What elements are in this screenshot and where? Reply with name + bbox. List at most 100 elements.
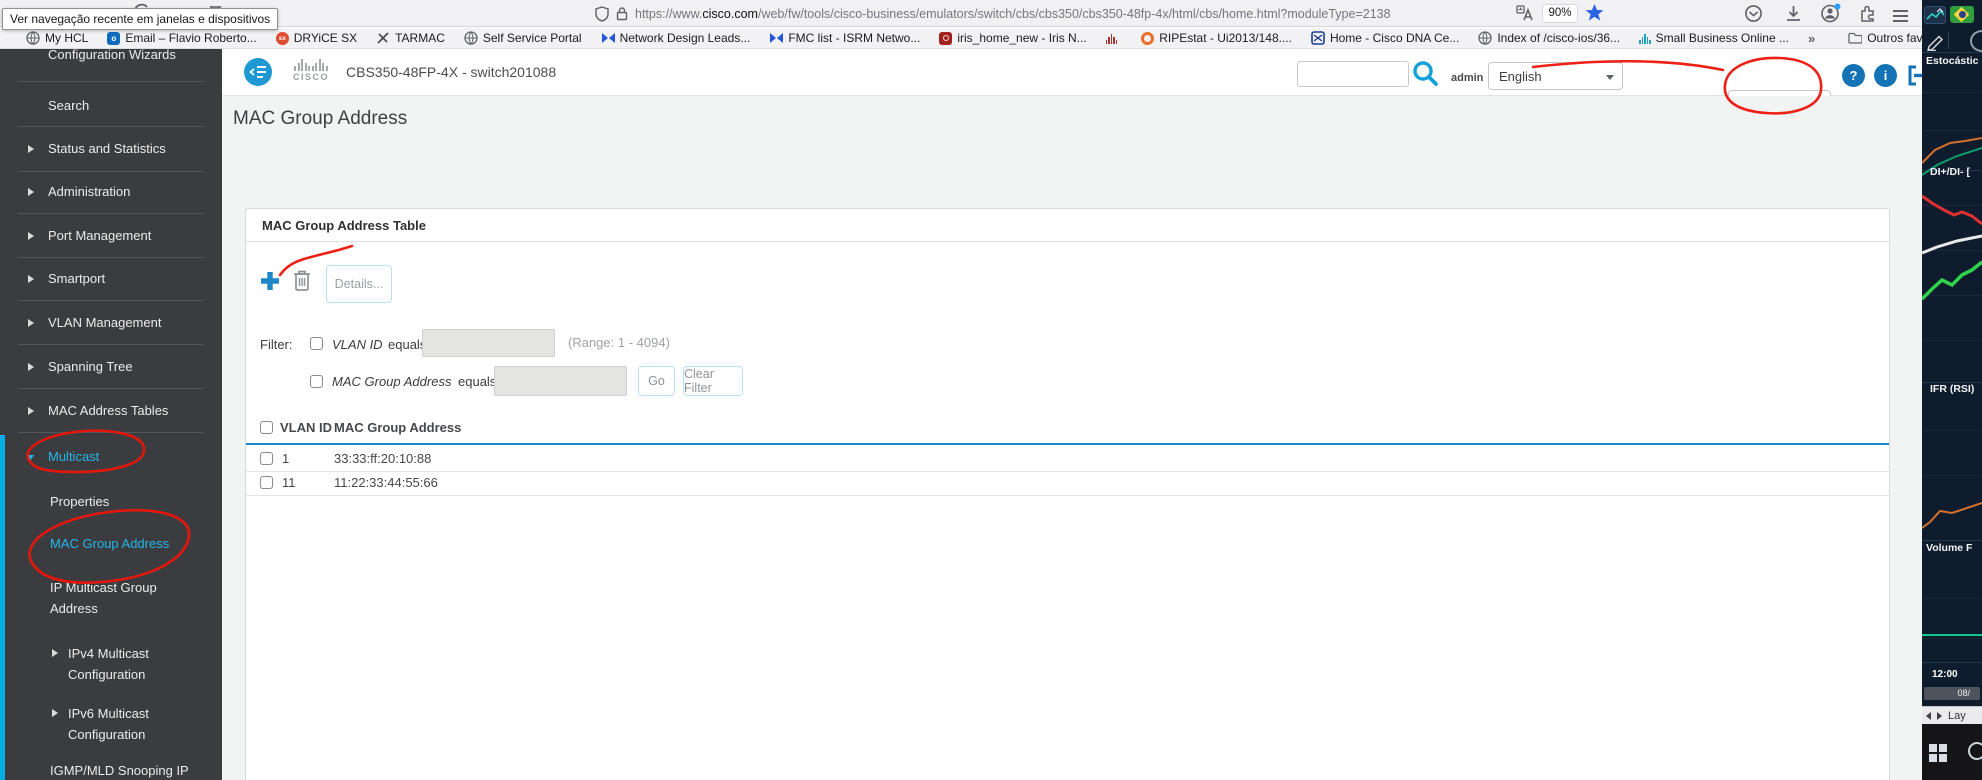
panel-title: MAC Group Address Table xyxy=(246,209,1889,242)
zoom-level-button[interactable]: 90% xyxy=(1542,4,1578,23)
indicator-label-rsi: IFR (RSI) xyxy=(1930,383,1975,395)
collapse-menu-icon xyxy=(249,66,266,78)
sidebar-item-ipv6-multicast-configuration[interactable]: IPv6 Multicast Configuration xyxy=(0,703,222,745)
tab-next-icon[interactable] xyxy=(1937,711,1942,720)
collapse-arrow-icon xyxy=(26,455,34,461)
bookmark-item[interactable]: o Email – Flavio Roberto... xyxy=(107,31,257,45)
download-icon[interactable] xyxy=(1784,4,1803,23)
iris-icon xyxy=(939,31,953,45)
sidebar-item-mac-address-tables[interactable]: MAC Address Tables xyxy=(0,401,222,421)
bookmark-item[interactable]: TARMAC xyxy=(376,31,445,45)
url-text[interactable]: https://www.cisco.com/web/fw/tools/cisco… xyxy=(635,7,1391,21)
column-header-vlan: VLAN ID xyxy=(280,420,332,435)
details-button[interactable]: Details... xyxy=(326,265,392,303)
expand-arrow-icon xyxy=(28,275,34,283)
mac-group-address-panel: MAC Group Address Table Details... Filte… xyxy=(245,208,1890,780)
menu-icon[interactable] xyxy=(1893,7,1908,25)
sidebar-item-configuration-wizards[interactable]: Configuration Wizards xyxy=(0,49,222,65)
extensions-icon[interactable] xyxy=(1858,4,1877,23)
header-search-input[interactable] xyxy=(1297,61,1409,87)
dryice-icon: sx xyxy=(275,31,289,45)
tooltip: Ver navegação recente em janelas e dispo… xyxy=(2,8,279,30)
time-axis-label: 12:00 xyxy=(1932,669,1958,680)
bookmark-item[interactable]: FMC list - ISRM Netwo... xyxy=(769,31,920,45)
indicator-label-volume: Volume F xyxy=(1926,542,1973,554)
sidebar-item-properties[interactable]: Properties xyxy=(0,492,222,512)
add-icon[interactable] xyxy=(260,271,280,291)
delete-trash-icon[interactable] xyxy=(292,269,312,293)
sidebar-collapse-button[interactable] xyxy=(244,58,272,86)
date-axis-pill: 08/ xyxy=(1924,687,1980,700)
row-checkbox[interactable] xyxy=(260,476,273,489)
expand-arrow-icon xyxy=(28,363,34,371)
chevron-down-icon xyxy=(1606,75,1614,80)
filter-field-name: MAC Group Address xyxy=(332,374,452,389)
expand-arrow-icon xyxy=(52,649,58,657)
bookmarks-overflow-chevron[interactable]: » xyxy=(1808,31,1815,46)
url-bar[interactable]: https://www.cisco.com/web/fw/tools/cisco… xyxy=(595,2,1610,25)
expand-arrow-icon xyxy=(28,145,34,153)
translate-icon[interactable] xyxy=(1516,5,1534,22)
help-button[interactable]: ? xyxy=(1842,64,1865,87)
account-icon[interactable] xyxy=(1820,3,1841,24)
tracking-shield-icon[interactable] xyxy=(595,5,609,22)
sidebar-item-administration[interactable]: Administration xyxy=(0,182,222,202)
go-button[interactable]: Go xyxy=(638,366,675,396)
lock-icon xyxy=(616,7,628,21)
sidebar-item-ip-multicast-group-address[interactable]: IP Multicast Group Address xyxy=(0,577,222,619)
pocket-icon[interactable] xyxy=(1744,4,1763,23)
sidebar-item-smartport[interactable]: Smartport xyxy=(0,269,222,289)
select-all-checkbox[interactable] xyxy=(260,421,273,434)
sidebar-item-port-management[interactable]: Port Management xyxy=(0,226,222,246)
sidebar-item-search[interactable]: Search xyxy=(0,96,222,116)
sidebar-item-ipv4-multicast-configuration[interactable]: IPv4 Multicast Configuration xyxy=(0,643,222,685)
main-content: MAC Group Address MAC Group Address Tabl… xyxy=(222,96,1922,780)
tarmac-icon xyxy=(377,32,389,44)
mac-filter-checkbox[interactable] xyxy=(310,375,323,388)
expand-arrow-icon xyxy=(52,709,58,717)
bookmark-item[interactable]: RIPEstat - Ui2013/148.... xyxy=(1141,31,1292,45)
chart-mode-button[interactable] xyxy=(1924,6,1946,24)
row-checkbox[interactable] xyxy=(260,452,273,465)
bookmark-item[interactable]: Home - Cisco DNA Ce... xyxy=(1311,31,1459,45)
indicator-label-di: DI+/DI- [ xyxy=(1930,166,1970,178)
bookmark-star-icon[interactable] xyxy=(1585,3,1604,22)
info-button[interactable]: i xyxy=(1874,64,1897,87)
bookmark-item[interactable]: Small Business Online ... xyxy=(1639,31,1789,45)
sidebar-item-spanning-tree[interactable]: Spanning Tree xyxy=(0,357,222,377)
tab-prev-icon[interactable] xyxy=(1926,711,1931,720)
bookmark-item[interactable]: My HCL xyxy=(26,31,88,45)
bookmark-item[interactable] xyxy=(1105,33,1123,44)
sidebar-item-status-and-statistics[interactable]: Status and Statistics xyxy=(0,139,222,159)
draw-pencil-icon[interactable] xyxy=(1926,31,1945,51)
expand-arrow-icon xyxy=(28,188,34,196)
bookmark-item[interactable]: Index of /cisco-ios/36... xyxy=(1478,31,1620,45)
webex-bowtie-icon xyxy=(601,33,615,43)
cisco-logo: CISCO xyxy=(284,58,338,82)
taskbar-search-icon[interactable] xyxy=(1966,740,1982,766)
expand-arrow-icon xyxy=(28,319,34,327)
expand-arrow-icon xyxy=(28,232,34,240)
vlan-id-filter-input[interactable] xyxy=(422,329,555,357)
bookmark-item[interactable]: Network Design Leads... xyxy=(601,31,750,45)
globe-icon xyxy=(464,31,478,45)
layout-tab[interactable]: Lay xyxy=(1948,710,1966,722)
sidebar-item-mac-group-address[interactable]: MAC Group Address xyxy=(0,534,222,554)
bookmark-item[interactable]: Self Service Portal xyxy=(464,31,582,45)
brazil-flag-icon[interactable] xyxy=(1950,6,1974,23)
sidebar-item-vlan-management[interactable]: VLAN Management xyxy=(0,313,222,333)
clear-filter-button[interactable]: Clear Filter xyxy=(683,366,743,396)
sidebar-item-multicast[interactable]: Multicast xyxy=(0,447,222,467)
ripestat-icon xyxy=(1141,31,1155,45)
vlan-filter-checkbox[interactable] xyxy=(310,337,323,350)
search-icon[interactable] xyxy=(1412,60,1440,87)
sidebar-item-igmp-mld-snooping[interactable]: IGMP/MLD Snooping IP xyxy=(0,761,222,780)
bookmark-item[interactable]: sx DRYiCE SX xyxy=(275,31,357,45)
table-header-underline xyxy=(246,443,1889,445)
app-header: CISCO CBS350-48FP-4X - switch201088 admi… xyxy=(222,49,1930,118)
bookmark-item[interactable]: iris_home_new - Iris N... xyxy=(939,31,1087,45)
windows-start-icon[interactable] xyxy=(1929,744,1947,762)
outlook-icon: o xyxy=(107,31,121,45)
mac-filter-input[interactable] xyxy=(494,366,627,396)
language-select[interactable]: English xyxy=(1488,62,1623,90)
